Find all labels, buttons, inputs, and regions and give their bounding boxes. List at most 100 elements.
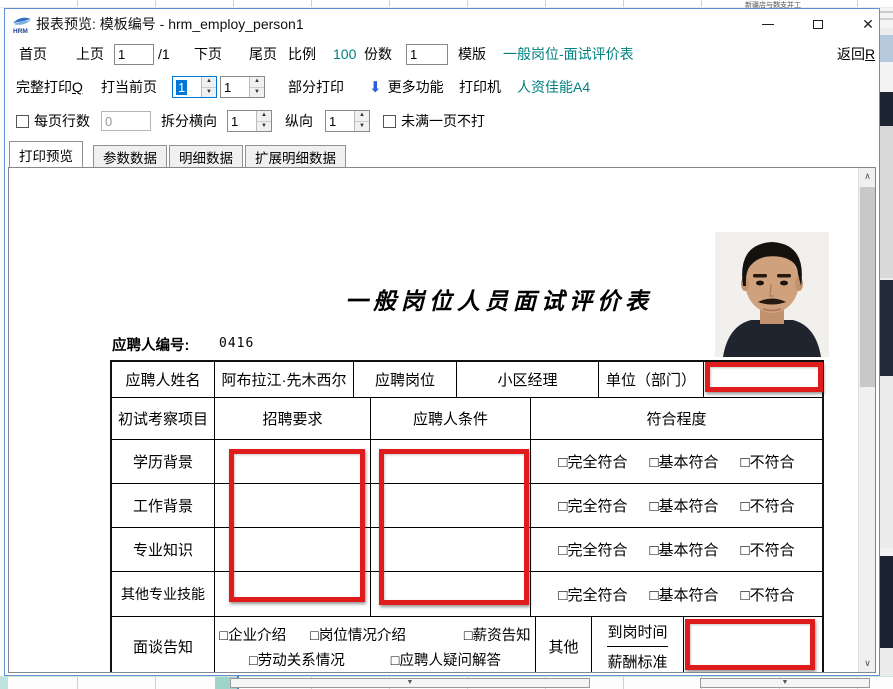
tab-print-preview[interactable]: 打印预览 [9,141,83,167]
background-window-fragment [880,62,893,92]
scroll-up-button[interactable]: ∧ [859,168,876,185]
applicant-no-value: 0416 [219,336,254,351]
toolbar-layout: 每页行数 0 拆分横向 1 ▲ ▼ 纵向 1 ▲ ▼ 未满一页 [5,105,879,137]
incomplete-page-checkbox[interactable]: 未满一页不打 [383,105,485,137]
checkbox-icon [383,115,396,128]
spin-up-icon[interactable]: ▲ [355,111,369,122]
highlight-box-conditions [379,449,529,605]
scrollbar-thumb[interactable] [860,187,875,387]
background-cell-cyan [0,676,8,689]
spinner-arrows: ▲ ▼ [354,111,369,131]
spin-up-icon[interactable]: ▲ [257,111,271,122]
scroll-down-button[interactable]: ∨ [859,655,876,672]
conformity-cell: □完全符合 □基本符合 □不符合 [531,572,822,616]
full-print-mnemonic: Q [72,79,83,95]
tab-detail-data[interactable]: 明细数据 [169,145,243,167]
print-preview-page: 一般岗位人员面试评价表 应聘人编号: 0416 [8,167,876,673]
tabstrip: 打印预览 参数数据 明细数据 扩展明细数据 [5,141,879,167]
spin-down-icon[interactable]: ▼ [202,88,216,98]
vertical-value: 1 [329,114,336,129]
conformity-cell: □完全符合 □基本符合 □不符合 [531,484,822,527]
other-items-cell: 到岗时间 薪酬标准 [592,617,684,673]
spin-down-icon[interactable]: ▼ [355,122,369,132]
screen: 新疆店与数支并工 ▼ ▼ HRM 报表预览: 模板编号 - hrm_employ… [0,0,893,689]
spinner-arrows: ▲ ▼ [249,77,264,97]
spin-up-icon[interactable]: ▲ [250,77,264,88]
background-spreadsheet-top: 新疆店与数支并工 [0,0,893,8]
background-window-fragment [880,548,893,556]
full-print-label: 完整打印 [16,77,72,97]
conformity-cell: □完全符合 □基本符合 □不符合 [531,528,822,571]
notice-option: □应聘人疑问解答 [391,649,501,670]
vertical-scrollbar[interactable]: ∧ ∨ [858,168,875,672]
range-to-value: 1 [224,80,231,95]
background-window-fragment [880,556,893,648]
highlight-box-requirements [229,449,365,602]
notice-option: □薪资告知 [464,624,531,645]
spin-up-icon[interactable]: ▲ [202,77,216,88]
maximize-button[interactable] [797,9,839,39]
print-current-page-button[interactable]: 打当前页 [101,71,157,103]
next-page-button[interactable]: 下页 [194,39,222,69]
toolbar-print: 完整打印Q 打当前页 1 ▲ ▼ 1 ▲ ▼ 部分打印 ⬇ 更多功能 [5,71,879,103]
spin-down-icon[interactable]: ▼ [250,88,264,98]
background-window-fragment [880,126,893,278]
back-mnemonic: R [865,46,875,62]
copies-input[interactable]: 1 [406,44,448,65]
more-functions-button[interactable]: ⬇ 更多功能 [369,71,444,103]
highlight-box-other [685,619,815,670]
table-header-row: 初试考察项目 招聘要求 应聘人条件 符合程度 [112,398,822,440]
background-dropdown: ▼ [230,678,590,688]
scroll-up-icon: ∧ [864,171,871,182]
split-horizontal-value: 1 [231,114,238,129]
checkbox-icon [16,115,29,128]
tab-extended-detail-data[interactable]: 扩展明细数据 [245,145,346,167]
prev-page-button[interactable]: 上页 [76,39,104,69]
rows-per-page-input[interactable]: 0 [101,111,151,131]
report-preview-window: HRM 报表预览: 模板编号 - hrm_employ_person1 ✕ 首页… [4,8,880,676]
conformity-option: □基本符合 [649,584,718,605]
spinner-arrows: ▲ ▼ [201,77,216,97]
background-window-right [880,8,893,676]
vertical-spinner[interactable]: 1 ▲ ▼ [325,110,370,132]
close-icon: ✕ [862,16,874,33]
dept-label-cell: 单位（部门） [599,362,704,397]
back-button[interactable]: 返回R [837,39,875,69]
name-label-cell: 应聘人姓名 [112,362,215,397]
first-page-button[interactable]: 首页 [19,39,47,69]
tab-parameter-data[interactable]: 参数数据 [93,145,167,167]
page-number-input[interactable]: 1 [114,44,154,65]
scale-value[interactable]: 100 [333,39,356,69]
full-print-button[interactable]: 完整打印Q [16,71,83,103]
partial-print-button[interactable]: 部分打印 [288,71,344,103]
print-range-to-spinner[interactable]: 1 ▲ ▼ [220,76,265,98]
download-arrow-icon: ⬇ [369,78,382,96]
eval-label-cell: 其他专业技能 [112,572,215,616]
post-value-cell: 小区经理 [457,362,599,397]
maximize-icon [813,20,823,29]
window-title: 报表预览: 模板编号 - hrm_employ_person1 [36,9,304,39]
minimize-button[interactable] [747,9,789,39]
last-page-button[interactable]: 尾页 [249,39,277,69]
scale-label: 比例 [288,39,316,69]
hrm-app-icon: HRM [12,15,32,34]
printer-link[interactable]: 人资佳能A4 [517,71,590,103]
page-total-label: /1 [158,39,170,69]
range-from-value: 1 [176,80,187,95]
print-range-from-spinner[interactable]: 1 ▲ ▼ [172,76,217,98]
split-horizontal-spinner[interactable]: 1 ▲ ▼ [227,110,272,132]
spin-down-icon[interactable]: ▼ [257,122,271,132]
notice-options-cell: □企业介绍 □岗位情况介绍 □薪资告知 □劳动关系情况 □应聘人疑问解答 [215,617,536,673]
close-button[interactable]: ✕ [847,9,889,39]
background-window-fragment [880,280,893,376]
template-link[interactable]: 一般岗位-面试评价表 [503,39,634,69]
conformity-cell: □完全符合 □基本符合 □不符合 [531,440,822,483]
post-label-cell: 应聘岗位 [354,362,457,397]
salary-standard-cell: 薪酬标准 [607,647,667,673]
header-condition-cell: 应聘人条件 [371,398,531,439]
rows-per-page-checkbox[interactable]: 每页行数 [16,105,90,137]
eval-label-cell: 学历背景 [112,440,215,483]
highlight-box-dept [705,362,823,392]
conformity-option: □完全符合 [558,539,627,560]
dropdown-arrow-icon: ▼ [407,679,414,687]
